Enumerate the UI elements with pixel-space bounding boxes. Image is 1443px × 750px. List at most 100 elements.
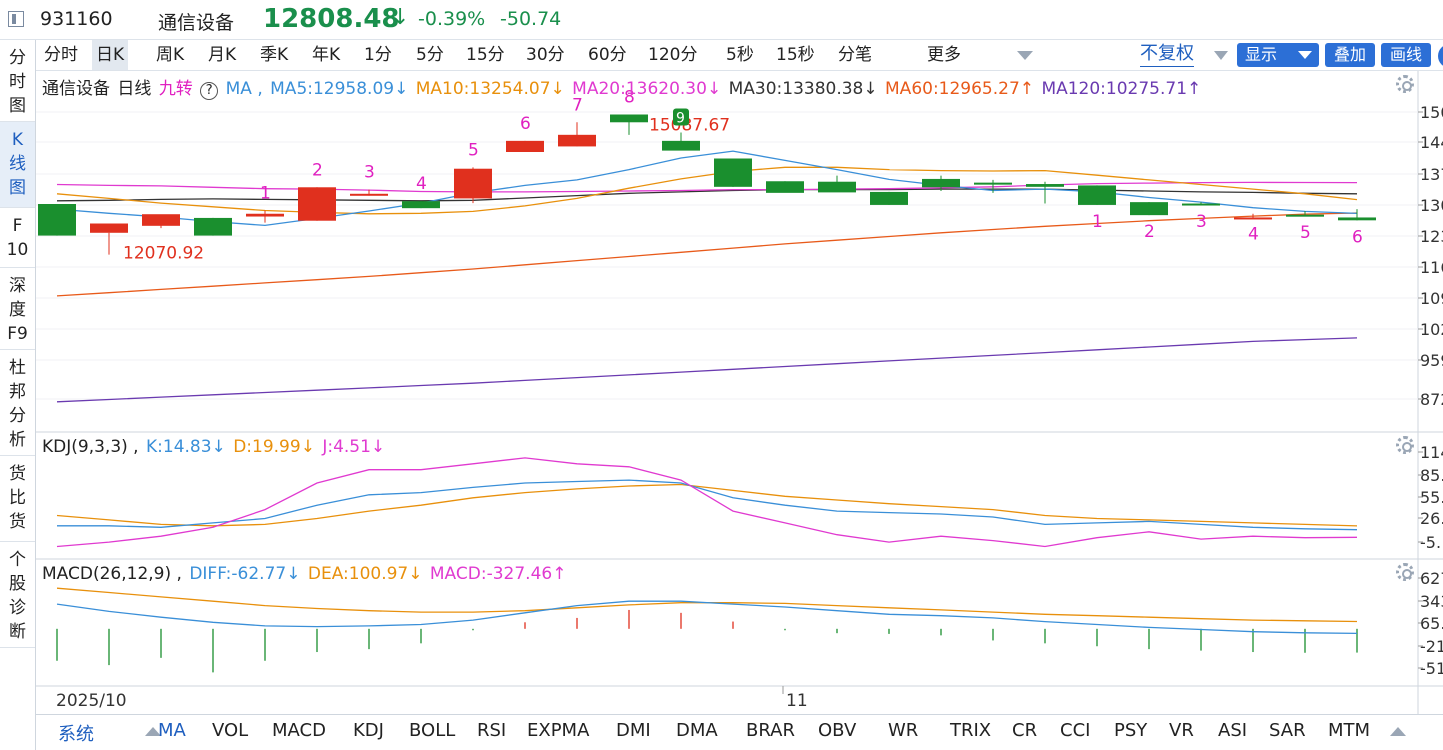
indicator-tab-macd[interactable]: MACD — [272, 720, 326, 741]
macd-settings-gear-icon[interactable] — [1396, 563, 1414, 581]
indicator-tab-系统[interactable]: 系统 — [58, 720, 94, 746]
macd-axis-label: 343 — [1420, 592, 1443, 611]
nine-turn-down-mark: 6 — [1352, 227, 1363, 247]
macd-dea-value: DEA:100.97↓ — [307, 564, 423, 584]
nine-turn-down-mark: 3 — [1196, 212, 1207, 232]
macd-dea-line — [56, 587, 1358, 623]
macd-axis-label: 65. — [1420, 614, 1443, 633]
kline-axis-label: 959 — [1420, 351, 1443, 370]
candle-body — [714, 158, 752, 187]
nine-turn-up-mark: 3 — [364, 163, 375, 183]
ma60-line — [56, 212, 1358, 297]
candle-body — [766, 181, 804, 193]
macd-axis-label: 627 — [1420, 569, 1443, 588]
kline-axis-label: 116 — [1420, 258, 1443, 277]
legend-period: 日线 — [117, 79, 152, 99]
kline-axis-label: 102 — [1420, 320, 1443, 339]
indicator-tab-psy[interactable]: PSY — [1114, 720, 1147, 741]
candle-body — [1286, 214, 1324, 217]
ma-label[interactable]: MA , — [226, 79, 263, 99]
kdj-axis-label: 85. — [1420, 466, 1443, 485]
indicator-tab-trix[interactable]: TRIX — [950, 720, 991, 741]
indicator-tab-obv[interactable]: OBV — [818, 720, 856, 741]
nine-turn-up-mark: 5 — [468, 140, 479, 160]
indicator-tab-expma[interactable]: EXPMA — [527, 720, 589, 741]
indicator-tab-cci[interactable]: CCI — [1060, 720, 1090, 741]
indicator-tab-dma[interactable]: DMA — [676, 720, 718, 741]
candle-body — [194, 217, 232, 236]
nine-turn-down-mark: 4 — [1248, 224, 1259, 244]
indicator-tab-dmi[interactable]: DMI — [616, 720, 651, 741]
kdj-k-value: K:14.83↓ — [146, 437, 226, 457]
indicator-tab-cr[interactable]: CR — [1012, 720, 1037, 741]
help-icon[interactable]: ? — [200, 82, 219, 100]
macd-label[interactable]: MACD(26,12,9) , — [42, 564, 182, 584]
indicator-tab-ma[interactable]: MA — [158, 720, 186, 741]
kdj-axis-label: -5. — [1420, 533, 1441, 552]
kline-axis-label: 144 — [1420, 133, 1443, 152]
ma20-line — [56, 181, 1358, 193]
ma5-value: MA5:12958.09↓ — [270, 79, 409, 99]
kline-legend: 通信设备 日线 九转 ? MA , MA5:12958.09↓ MA10:132… — [42, 74, 1203, 100]
ma10-value: MA10:13254.07↓ — [415, 79, 565, 99]
kline-axis-label: 123 — [1420, 227, 1443, 246]
kline-axis-label: 150 — [1420, 103, 1443, 122]
candle-body — [974, 182, 1012, 185]
indicator-tab-mtm[interactable]: MTM — [1328, 720, 1370, 741]
indicator-tab-wr[interactable]: WR — [888, 720, 918, 741]
kline-settings-gear-icon[interactable] — [1396, 75, 1414, 93]
nine-turn-down-mark: 2 — [1144, 222, 1155, 242]
low-price-label: 12070.92 — [123, 244, 204, 264]
date-axis-label: 11 — [786, 691, 808, 711]
indicator-tab-rsi[interactable]: RSI — [477, 720, 506, 741]
ma60-value: MA60:12965.27↑ — [885, 79, 1035, 99]
nine-turn-up-mark: 9 — [676, 111, 685, 127]
indicator-tab-vr[interactable]: VR — [1169, 720, 1194, 741]
kdj-settings-gear-icon[interactable] — [1396, 436, 1414, 454]
kline-axis-label: 130 — [1420, 196, 1443, 215]
indicator-tab-boll[interactable]: BOLL — [409, 720, 455, 741]
kdj-label[interactable]: KDJ(9,3,3) , — [42, 437, 139, 457]
indicator-tab-vol[interactable]: VOL — [212, 720, 248, 741]
kline-axis-label: 109 — [1420, 289, 1443, 308]
ma20-value: MA20:13620.30↓ — [572, 79, 722, 99]
indicator-tab-brar[interactable]: BRAR — [746, 720, 795, 741]
nine-turn-toggle[interactable]: 九转 — [159, 79, 193, 99]
kdj-legend: KDJ(9,3,3) , K:14.83↓ D:19.99↓ J:4.51↓ — [42, 437, 387, 457]
candle-body — [922, 178, 960, 188]
candle-body — [1130, 202, 1168, 216]
indicator-tab-asi[interactable]: ASI — [1218, 720, 1247, 741]
kdj-d-value: D:19.99↓ — [233, 437, 315, 457]
kdj-axis-label: 114 — [1420, 443, 1443, 462]
nine-turn-down-mark: 1 — [1092, 212, 1103, 232]
candle-body — [1078, 185, 1116, 205]
candle-body — [246, 213, 284, 217]
macd-diff-value: DIFF:-62.77↓ — [189, 564, 301, 584]
indicator-tabbar: 系统 MA VOL MACD KDJ BOLL RSI EXPMA DMI DMA BRAR OBV W… — [36, 714, 1443, 750]
candle-body — [298, 187, 336, 221]
candle-body — [38, 204, 76, 236]
ma120-line — [56, 337, 1358, 403]
indicator-tab-sar[interactable]: SAR — [1269, 720, 1306, 741]
candle-body — [870, 191, 908, 205]
macd-axis-label: -21 — [1420, 637, 1443, 656]
candle-body — [1026, 184, 1064, 187]
chevron-up-icon[interactable] — [1390, 727, 1406, 736]
kdj-j-line — [56, 457, 1358, 548]
date-axis-label: 2025/10 — [56, 691, 127, 711]
nine-turn-down-mark: 5 — [1300, 223, 1311, 243]
high-price-label: 15087.67 — [649, 116, 730, 136]
ma120-value: MA120:10275.71↑ — [1041, 79, 1202, 99]
indicator-tab-kdj[interactable]: KDJ — [353, 720, 384, 741]
macd-legend: MACD(26,12,9) , DIFF:-62.77↓ DEA:100.97↓… — [42, 564, 568, 584]
nine-turn-up-mark: 1 — [260, 184, 271, 204]
chart-area[interactable]: 15014413713012311610910295987212070.9215… — [0, 0, 1443, 714]
legend-name: 通信设备 — [42, 79, 110, 99]
kdj-axis-label: 55. — [1420, 488, 1443, 507]
nine-turn-up-mark: 6 — [520, 114, 531, 134]
candle-body — [142, 214, 180, 226]
kline-axis-label: 872 — [1420, 390, 1443, 409]
kline-axis-label: 137 — [1420, 165, 1443, 184]
candle-body — [558, 134, 596, 147]
candle-body — [350, 193, 388, 196]
